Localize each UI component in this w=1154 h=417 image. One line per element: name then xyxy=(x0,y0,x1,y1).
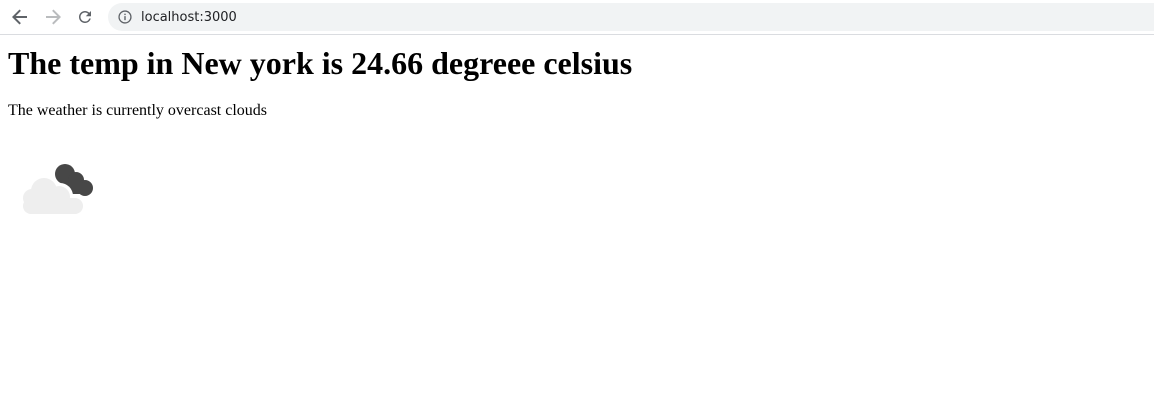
reload-icon xyxy=(79,10,91,23)
url-text[interactable]: localhost:3000 xyxy=(141,10,237,25)
address-bar[interactable]: localhost:3000 xyxy=(108,3,1154,31)
forward-button[interactable] xyxy=(41,5,65,29)
overcast-clouds-icon xyxy=(23,164,93,214)
page-title: The temp in New york is 24.66 degreee ce… xyxy=(8,45,633,81)
back-button[interactable] xyxy=(8,5,32,29)
weather-description: The weather is currently overcast clouds xyxy=(8,102,268,119)
info-icon[interactable] xyxy=(117,9,133,25)
reload-button[interactable] xyxy=(73,5,97,29)
browser-toolbar: localhost:3000 xyxy=(0,0,1154,35)
page-content: The temp in New york is 24.66 degreee ce… xyxy=(0,36,1154,417)
arrow-left-icon xyxy=(12,9,27,25)
arrow-right-icon xyxy=(46,9,61,25)
